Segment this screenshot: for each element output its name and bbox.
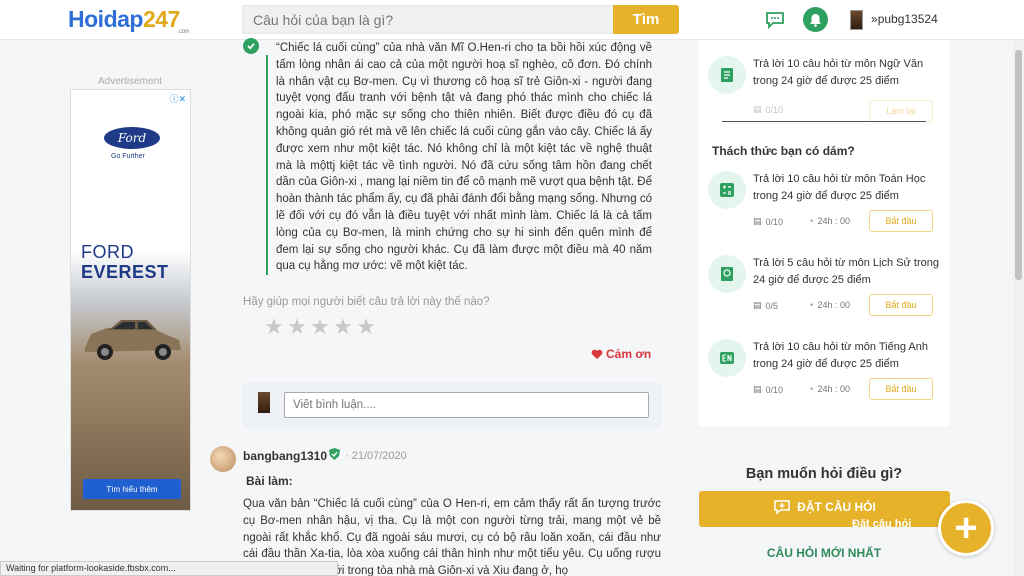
challenge-progress: ▤ 0/10 <box>753 384 783 395</box>
top-header: Hoidap247 .com Tìm »pubg13524 <box>0 0 1024 40</box>
logo-text: oidap <box>84 6 143 32</box>
progress-count: 0/10 <box>765 104 784 115</box>
commenter-avatar <box>258 392 270 413</box>
ask-subtext: Đặt câu hỏi <box>852 518 912 530</box>
challenge-progress: ▤ 0/10 <box>753 216 783 227</box>
progress-count: 0/10 <box>765 216 784 227</box>
challenge-time: ◔ 24h : 00 <box>808 384 850 394</box>
literature-icon <box>708 56 746 94</box>
clipboard-icon: ▤ <box>753 384 762 394</box>
user-menu[interactable]: »pubg13524 <box>871 12 938 26</box>
verified-check-icon <box>243 38 259 54</box>
ask-button-label: ĐẶT CÂU HỎI <box>797 500 876 514</box>
star-icon[interactable]: ★ <box>332 316 354 338</box>
advertisement-banner[interactable]: ⓘ✕ Ford Go Further FORD EVEREST Tìm hiểu… <box>70 89 191 511</box>
star-icon[interactable]: ★ <box>309 316 331 338</box>
answer-username[interactable]: bangbang1310 <box>243 449 327 463</box>
challenge-title: Trả lời 10 câu hỏi từ môn Ngữ Văn trong … <box>753 58 924 87</box>
shield-icon <box>328 447 341 466</box>
message-icon[interactable] <box>763 8 787 32</box>
math-icon <box>708 171 746 209</box>
progress-count: 0/5 <box>765 300 779 311</box>
challenge-progress: ▤ 0/5 <box>753 300 778 311</box>
bell-icon[interactable] <box>803 7 828 32</box>
ad-cta-button[interactable]: Tìm hiểu thêm <box>83 479 181 499</box>
start-button[interactable]: Bắt đầu <box>869 210 933 232</box>
comment-box <box>243 382 661 428</box>
heart-icon <box>591 349 603 359</box>
answer-body: “Chiếc lá cuối cùng” của nhà văn Mĩ O.He… <box>276 42 652 273</box>
challenge-title: Trả lời 5 câu hỏi từ môn Lịch Sử trong 2… <box>753 257 940 286</box>
ad-info-icon[interactable]: ⓘ✕ <box>169 92 186 105</box>
challenge-title: Trả lời 10 câu hỏi từ môn Tiếng Anh tron… <box>753 341 928 370</box>
ford-logo-text: Ford <box>117 131 147 145</box>
time-label: 24h : 00 <box>817 216 850 226</box>
logo-h: H <box>68 6 85 32</box>
start-button[interactable]: Bắt đầu <box>869 294 933 316</box>
new-questions-heading[interactable]: CÂU HỎI MỚI NHẤT <box>698 546 950 560</box>
star-icon[interactable]: ★ <box>355 316 377 338</box>
english-icon <box>708 339 746 377</box>
search-input[interactable] <box>242 5 614 34</box>
chevron-down-icon: » <box>871 12 878 26</box>
challenge-time: ◔ 24h : 00 <box>808 300 850 310</box>
site-logo[interactable]: Hoidap247 .com <box>68 6 190 35</box>
ad-tagline: Go Further <box>111 153 145 160</box>
star-icon[interactable]: ★ <box>286 316 308 338</box>
time-label: 24h : 00 <box>817 384 850 394</box>
username-label: pubg13524 <box>877 12 938 26</box>
car-image <box>85 320 181 360</box>
ask-heading: Bạn muốn hỏi điều gì? <box>745 466 903 482</box>
divider <box>722 121 926 122</box>
clipboard-icon: ▤ <box>753 300 762 310</box>
clipboard-icon: ▤ <box>753 216 762 226</box>
rating-stars[interactable]: ★ ★ ★ ★ ★ <box>263 316 377 338</box>
clock-icon: ◔ <box>808 300 814 310</box>
challenge-time: ◔ 24h : 00 <box>808 216 850 226</box>
rating-prompt: Hãy giúp mọi người biết câu trả lời này … <box>243 296 490 308</box>
comment-input[interactable] <box>284 392 649 418</box>
history-icon <box>708 255 746 293</box>
ad-headline-1: FORD <box>81 242 134 262</box>
challenge-heading: Thách thức bạn có dám? <box>712 144 855 158</box>
ad-headline-2: EVEREST <box>81 262 169 282</box>
thanks-button[interactable]: Cảm ơn <box>591 347 651 361</box>
progress-count: 0/10 <box>765 384 784 395</box>
logo-number: 247 <box>142 6 180 32</box>
scrollbar-thumb[interactable] <box>1015 50 1022 280</box>
ford-logo: Ford <box>104 127 160 149</box>
time-label: 24h : 00 <box>817 300 850 310</box>
clipboard-icon: ▤ <box>753 104 762 114</box>
clock-icon: ◔ <box>808 216 814 226</box>
advertisement-label: Advertisement <box>98 76 162 87</box>
answer-date: · 21/07/2020 <box>345 450 407 462</box>
user-avatar[interactable] <box>850 10 863 30</box>
answer-heading: Bài làm: <box>246 474 293 488</box>
search-button[interactable]: Tìm <box>613 5 679 34</box>
clock-icon: ◔ <box>808 384 814 394</box>
browser-status-bar: Waiting for platform-lookaside.fbsbx.com… <box>0 561 338 576</box>
challenge-title: Trả lời 10 câu hỏi từ môn Toán Học trong… <box>753 173 926 202</box>
challenge-progress: ▤ 0/10 <box>753 104 783 115</box>
logo-domain: .com <box>178 29 190 35</box>
answer-accent-line <box>266 55 268 275</box>
retry-button[interactable]: Làm lại <box>869 100 933 122</box>
start-button[interactable]: Bắt đầu <box>869 378 933 400</box>
ask-question-button[interactable]: ĐẶT CÂU HỎI <box>699 491 950 527</box>
challenges-panel: Trả lời 10 câu hỏi từ môn Ngữ Văn trong … <box>698 40 950 426</box>
avatar[interactable] <box>210 446 236 472</box>
ask-icon <box>774 500 790 515</box>
thanks-label: Cảm ơn <box>606 347 652 361</box>
star-icon[interactable]: ★ <box>263 316 285 338</box>
